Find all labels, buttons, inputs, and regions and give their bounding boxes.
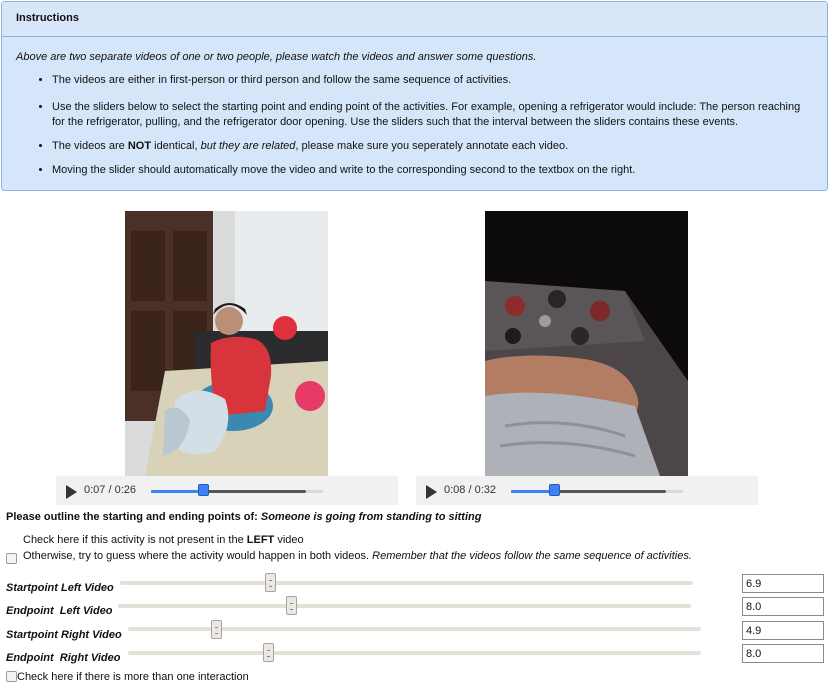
question-prompt: Please outline the starting and ending p… (6, 511, 481, 523)
left-video-controls: 0:07 / 0:26 (56, 476, 398, 505)
instruction-item: The videos are NOT identical, but they a… (52, 139, 813, 154)
endpoint-right-label: Endpoint Right Video (6, 652, 121, 664)
check-emphasis: LEFT (246, 534, 275, 546)
question-activity: Someone is going from standing to sittin… (260, 511, 482, 523)
instructions-list: The videos are either in first-person or… (16, 73, 813, 178)
instruction-text: The videos are (52, 140, 128, 152)
instruction-item: The videos are either in first-person or… (52, 73, 813, 88)
instruction-emphasis: NOT (127, 140, 152, 152)
right-seek-bar[interactable] (511, 490, 683, 493)
startpoint-right-input[interactable] (742, 621, 824, 640)
instruction-emphasis: but they are related (200, 140, 296, 152)
startpoint-left-slider[interactable] (120, 581, 693, 585)
endpoint-left-label: Endpoint Left Video (6, 605, 113, 617)
play-icon[interactable] (426, 485, 437, 499)
instruction-item: Use the sliders below to select the star… (52, 100, 813, 130)
endpoint-left-input[interactable] (742, 597, 824, 616)
multiple-interaction-checkbox[interactable] (6, 671, 17, 682)
startpoint-right-thumb[interactable] (211, 620, 222, 639)
endpoint-left-slider[interactable] (118, 604, 691, 608)
startpoint-left-thumb[interactable] (265, 573, 276, 592)
check-text: Otherwise, try to guess where the activi… (23, 550, 373, 562)
endpoint-right-thumb[interactable] (263, 643, 274, 662)
instruction-text: identical, (151, 140, 201, 152)
multiple-interaction-label: Check here if there is more than one int… (17, 671, 249, 683)
question-prefix: Please outline the starting and ending p… (6, 511, 261, 523)
endpoint-right-slider[interactable] (128, 651, 701, 655)
play-icon[interactable] (66, 485, 77, 499)
startpoint-left-input[interactable] (742, 574, 824, 593)
right-video-time: 0:08 / 0:32 (444, 484, 496, 496)
instructions-body: Above are two separate videos of one or … (2, 37, 827, 178)
otherwise-label: Otherwise, try to guess where the activi… (23, 550, 692, 562)
right-video-controls: 0:08 / 0:32 (416, 476, 758, 505)
instructions-panel: Instructions Above are two separate vide… (1, 1, 828, 191)
right-video-frame[interactable] (485, 211, 688, 476)
left-seek-bar[interactable] (151, 490, 323, 493)
left-seek-progress (151, 490, 203, 493)
right-video-image (485, 211, 688, 476)
left-video-image (125, 211, 328, 476)
left-seek-thumb[interactable] (197, 484, 209, 496)
right-seek-thumb[interactable] (549, 484, 560, 496)
left-video-time: 0:07 / 0:26 (84, 484, 136, 496)
endpoint-left-thumb[interactable] (286, 596, 297, 615)
check-emphasis: Remember that the videos follow the same… (372, 550, 692, 562)
otherwise-checkbox[interactable] (6, 553, 17, 564)
check-text: Check here if this activity is not prese… (23, 534, 247, 546)
instructions-intro: Above are two separate videos of one or … (16, 51, 537, 63)
instruction-item: Moving the slider should automatically m… (52, 163, 813, 178)
startpoint-left-label: Startpoint Left Video (6, 582, 114, 594)
check-text: video (274, 534, 304, 546)
right-seek-progress (511, 490, 554, 493)
instruction-text: , please make sure you seperately annota… (295, 140, 569, 152)
startpoint-right-label: Startpoint Right Video (6, 629, 122, 641)
left-video-frame[interactable] (125, 211, 328, 476)
endpoint-right-input[interactable] (742, 644, 824, 663)
left-missing-label: Check here if this activity is not prese… (23, 534, 304, 546)
instructions-title: Instructions (2, 2, 827, 37)
